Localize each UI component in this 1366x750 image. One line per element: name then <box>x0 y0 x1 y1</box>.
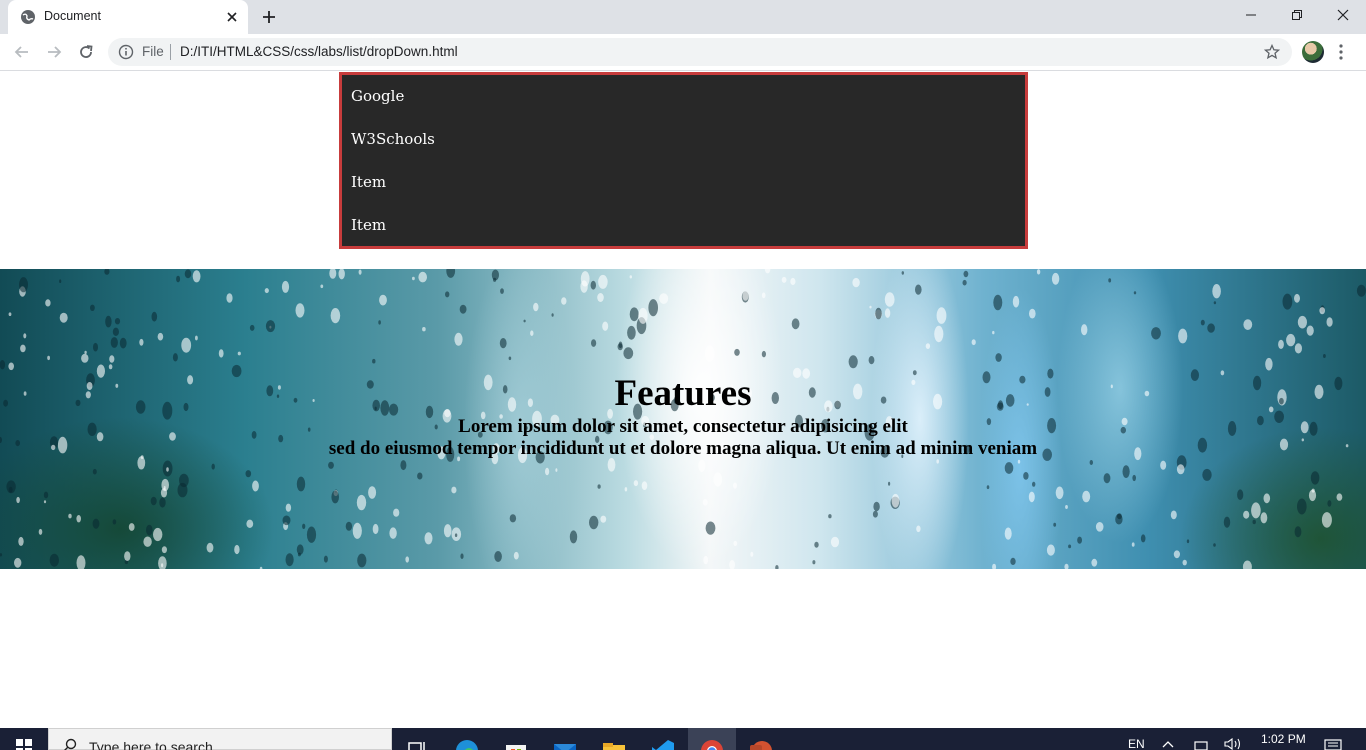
minimize-icon <box>1246 14 1256 16</box>
file-explorer-icon[interactable] <box>601 738 627 750</box>
tab-document[interactable]: Document <box>8 0 248 34</box>
page-viewport: Google W3Schools Item Item Features Lore… <box>0 71 1366 728</box>
tab-title: Document <box>44 9 101 23</box>
forward-icon[interactable] <box>44 42 64 62</box>
globe-icon <box>21 10 35 24</box>
hero-text-line-2: sed do eiusmod tempor incididunt ut et d… <box>328 438 1038 459</box>
close-window-button[interactable] <box>1320 0 1366 30</box>
hero-title: Features <box>614 373 752 414</box>
back-icon[interactable] <box>12 42 32 62</box>
scheme-label: File <box>142 44 164 59</box>
search-placeholder: Type here to search <box>89 739 213 750</box>
show-hidden-icons-icon[interactable] <box>1162 740 1174 748</box>
profile-avatar[interactable] <box>1302 41 1324 63</box>
taskbar-search[interactable]: Type here to search <box>48 728 392 750</box>
windows-taskbar: Type here to search EN 1:02 PM <box>0 728 1366 750</box>
mail-icon[interactable] <box>552 738 578 750</box>
close-tab-icon[interactable] <box>224 9 240 25</box>
tab-strip: Document <box>0 0 1366 34</box>
search-icon <box>64 738 77 750</box>
hero-text: Lorem ipsum dolor sit amet, consectetur … <box>0 416 1366 460</box>
new-tab-icon[interactable] <box>260 8 278 26</box>
minimize-button[interactable] <box>1228 0 1274 30</box>
language-indicator[interactable]: EN <box>1128 737 1145 750</box>
task-view-icon[interactable] <box>406 738 432 750</box>
url-text[interactable]: D:/ITI/HTML&CSS/css/labs/list/dropDown.h… <box>180 44 458 59</box>
dropdown-item-google[interactable]: Google <box>342 75 1025 118</box>
bookmark-star-icon[interactable] <box>1264 44 1280 60</box>
volume-icon[interactable] <box>1224 738 1242 750</box>
edge-icon[interactable] <box>454 738 480 750</box>
windows-start-icon[interactable] <box>16 739 32 750</box>
network-icon[interactable] <box>1194 740 1208 750</box>
chrome-icon[interactable] <box>699 738 725 750</box>
restore-button[interactable] <box>1274 0 1320 30</box>
notifications-icon[interactable] <box>1324 739 1342 750</box>
dropdown-menu: Google W3Schools Item Item <box>339 72 1028 249</box>
vscode-icon[interactable] <box>650 738 676 750</box>
dropdown-item-w3schools[interactable]: W3Schools <box>342 118 1025 161</box>
features-hero: Features Lorem ipsum dolor sit amet, con… <box>0 269 1366 569</box>
address-bar[interactable]: File D:/ITI/HTML&CSS/css/labs/list/dropD… <box>108 38 1292 66</box>
browser-toolbar: File D:/ITI/HTML&CSS/css/labs/list/dropD… <box>0 34 1366 71</box>
dropdown-item[interactable]: Item <box>342 161 1025 204</box>
omnibox-divider <box>170 44 171 60</box>
restore-icon <box>1292 10 1302 20</box>
info-icon[interactable] <box>118 44 134 60</box>
close-icon <box>1337 9 1349 21</box>
kebab-menu-icon[interactable] <box>1338 43 1344 61</box>
store-icon[interactable] <box>503 738 529 750</box>
dropdown-item[interactable]: Item <box>342 204 1025 247</box>
hero-text-line-1: Lorem ipsum dolor sit amet, consectetur … <box>458 416 908 437</box>
reload-icon[interactable] <box>76 42 96 62</box>
powerpoint-icon[interactable] <box>748 738 774 750</box>
clock-time[interactable]: 1:02 PM <box>1261 732 1306 746</box>
